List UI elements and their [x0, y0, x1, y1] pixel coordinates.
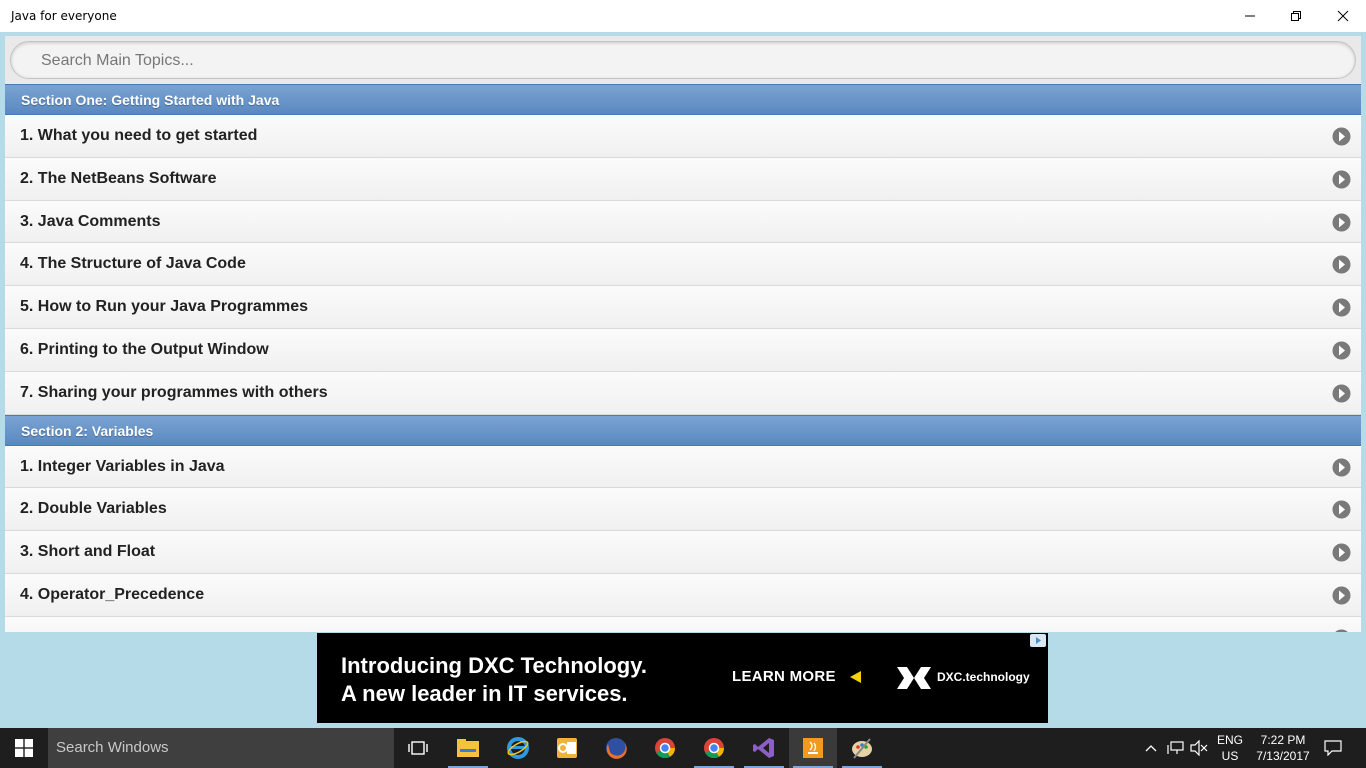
volume-muted-icon — [1190, 740, 1208, 756]
network-button[interactable] — [1164, 728, 1188, 768]
adchoices-icon[interactable] — [1030, 634, 1046, 647]
topic-list: Section One: Getting Started with Java 1… — [5, 84, 1361, 632]
list-item-label: 1. What you need to get started — [20, 127, 258, 144]
list-item-label: 4. Operator_Precedence — [20, 585, 205, 603]
list-item[interactable] — [5, 616, 1361, 632]
title-bar: Java for everyone — [0, 0, 1366, 32]
chevron-right-icon — [1332, 384, 1351, 403]
list-item[interactable]: 4. Operator_Precedence — [5, 573, 1361, 617]
minimize-button[interactable] — [1227, 0, 1273, 32]
restore-icon — [1291, 11, 1301, 21]
list-item[interactable]: 6. Printing to the Output Window — [5, 328, 1361, 372]
ad-learn-more-link[interactable]: LEARN MORE — [732, 668, 836, 685]
paint-palette-icon — [852, 738, 872, 759]
volume-button[interactable] — [1188, 728, 1210, 768]
task-view-button[interactable] — [394, 728, 442, 768]
file-explorer-button[interactable] — [444, 728, 492, 768]
section-header: Section 2: Variables — [5, 414, 1361, 446]
folder-icon — [457, 739, 479, 757]
network-icon — [1167, 741, 1184, 754]
list-item[interactable]: 1. Integer Variables in Java — [5, 445, 1361, 489]
visual-studio-button[interactable] — [740, 728, 788, 768]
input-language-indicator[interactable]: ENG US — [1210, 732, 1250, 764]
chevron-right-icon — [1335, 629, 1348, 632]
show-hidden-icons-button[interactable] — [1142, 728, 1160, 768]
ad-subheadline: A new leader in IT services. — [341, 681, 628, 706]
system-clock[interactable]: 7:22 PM 7/13/2017 — [1248, 732, 1318, 764]
region-code: US — [1221, 749, 1239, 763]
dxc-logo-icon — [897, 667, 931, 689]
chevron-right-icon — [1332, 586, 1351, 605]
ad-banner[interactable]: Introducing DXC Technology. A new leader… — [317, 633, 1048, 723]
list-item-label: 5. How to Run your Java Programmes — [20, 298, 309, 316]
list-item-label: 4. The Structure of Java Code — [20, 255, 246, 273]
chevron-right-icon — [1332, 500, 1351, 519]
list-item-label: 6. Printing to the Output Window — [20, 340, 269, 358]
chrome-button[interactable] — [641, 728, 689, 768]
list-item[interactable]: 3. Java Comments — [5, 200, 1361, 244]
clock-time: 7:22 PM — [1260, 733, 1306, 747]
list-item-label: 2. Double Variables — [20, 500, 167, 518]
list-item-label: 2. The NetBeans Software — [20, 169, 217, 187]
internet-explorer-button[interactable] — [494, 728, 542, 768]
visual-studio-icon — [753, 738, 774, 758]
chrome-icon — [655, 738, 676, 759]
internet-explorer-icon — [507, 737, 529, 759]
firefox-icon — [606, 738, 627, 759]
start-button[interactable] — [0, 728, 48, 768]
outlook-button[interactable] — [543, 728, 591, 768]
chevron-right-icon — [1332, 458, 1351, 477]
ad-headline: Introducing DXC Technology. — [341, 653, 647, 678]
taskbar-search-text: Search Windows — [56, 739, 169, 756]
chevron-up-icon — [1145, 745, 1157, 752]
list-item[interactable]: 2. The NetBeans Software — [5, 157, 1361, 201]
chevron-right-icon — [1332, 298, 1351, 317]
chevron-right-icon — [1332, 127, 1351, 146]
taskbar-search-box[interactable]: Search Windows — [48, 728, 394, 768]
outlook-icon — [557, 738, 577, 758]
list-item-label: 1. Integer Variables in Java — [20, 457, 225, 475]
clock-date: 7/13/2017 — [1256, 749, 1310, 763]
close-icon — [1337, 10, 1349, 22]
search-bar — [5, 36, 1361, 84]
chevron-right-icon — [1332, 543, 1351, 562]
minimize-icon — [1245, 15, 1255, 17]
chevron-right-icon — [1332, 213, 1351, 232]
chevron-right-icon — [1332, 255, 1351, 274]
list-item[interactable]: 1. What you need to get started — [5, 115, 1361, 158]
language-code: ENG — [1216, 733, 1243, 747]
windows-logo-icon — [15, 739, 33, 757]
chrome-button-2[interactable] — [690, 728, 738, 768]
chevron-right-icon — [1332, 170, 1351, 189]
search-input[interactable] — [41, 50, 1331, 72]
paint-app-button[interactable] — [838, 728, 886, 768]
list-item-label: 3. Short and Float — [20, 543, 156, 561]
ad-brand: DXC.technology — [937, 670, 1030, 684]
task-view-icon — [408, 741, 428, 755]
list-item[interactable]: 3. Short and Float — [5, 531, 1361, 574]
list-item[interactable]: 4. The Structure of Java Code — [5, 243, 1361, 287]
action-center-button[interactable] — [1318, 728, 1348, 768]
java-for-everyone-button[interactable] — [789, 728, 837, 768]
chrome-icon — [704, 738, 725, 759]
notifications-icon — [1324, 740, 1342, 756]
chevron-right-icon — [1332, 341, 1351, 360]
list-item[interactable]: 5. How to Run your Java Programmes — [5, 286, 1361, 329]
window-title: Java for everyone — [11, 9, 117, 23]
close-button[interactable] — [1320, 0, 1366, 32]
list-item-label: 3. Java Comments — [20, 212, 161, 230]
search-box[interactable] — [10, 41, 1356, 79]
firefox-button[interactable] — [592, 728, 640, 768]
section-header: Section One: Getting Started with Java — [5, 84, 1361, 115]
main-content: Section One: Getting Started with Java 1… — [5, 36, 1361, 632]
list-item-label: 7. Sharing your programmes with others — [20, 383, 328, 401]
list-item[interactable]: 2. Double Variables — [5, 488, 1361, 532]
restore-button[interactable] — [1273, 0, 1319, 32]
taskbar: Search Windows ENG US 7:22 PM 7/13/2017 — [0, 728, 1366, 768]
app-icon — [803, 738, 823, 758]
arrow-left-icon — [850, 671, 861, 683]
list-item[interactable]: 7. Sharing your programmes with others — [5, 371, 1361, 415]
